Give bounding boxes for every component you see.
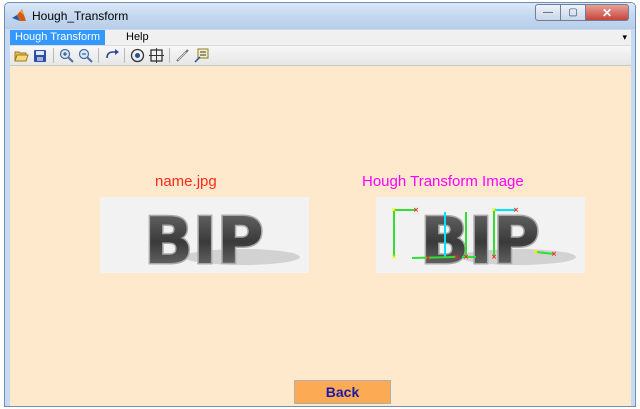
minimize-icon: —	[543, 7, 553, 18]
hough-transform-image: BIP × × × × × × × × × × ×	[376, 197, 585, 273]
zoom-out-icon[interactable]	[77, 48, 93, 64]
title-bar[interactable]: Hough_Transform — ▢ ✕	[5, 3, 635, 29]
save-icon[interactable]	[32, 48, 48, 64]
zoom-in-icon[interactable]	[58, 48, 74, 64]
app-window: Hough_Transform — ▢ ✕ Hough Transform He…	[4, 2, 636, 407]
brush-icon[interactable]	[174, 48, 190, 64]
svg-text:×: ×	[413, 206, 419, 214]
close-button[interactable]: ✕	[586, 4, 629, 21]
svg-text:×: ×	[513, 206, 519, 214]
svg-text:×: ×	[491, 206, 497, 214]
matlab-icon	[12, 9, 26, 21]
back-button[interactable]: Back	[294, 380, 391, 404]
insert-legend-icon[interactable]	[193, 48, 209, 64]
figure-canvas: name.jpg Hough Transform Image BIP BIP ×…	[10, 66, 631, 406]
close-icon: ✕	[601, 5, 613, 20]
menu-overflow-icon[interactable]: ▾	[622, 30, 627, 45]
original-image: BIP	[100, 197, 309, 273]
svg-text:×: ×	[425, 254, 431, 262]
svg-text:×: ×	[453, 253, 459, 261]
window-title: Hough_Transform	[32, 9, 129, 23]
menu-hough-transform[interactable]: Hough Transform	[10, 30, 105, 45]
hough-image-title: Hough Transform Image	[362, 173, 524, 190]
pan-icon[interactable]	[103, 48, 119, 64]
toolbar-separator	[53, 48, 54, 63]
hough-image-text: BIP	[420, 205, 540, 273]
figure-toolbar	[10, 46, 631, 66]
svg-text:×: ×	[463, 253, 469, 261]
menu-help[interactable]: Help	[121, 30, 154, 45]
svg-text:×: ×	[551, 250, 557, 258]
minimize-button[interactable]: —	[535, 4, 561, 21]
original-image-text: BIP	[144, 205, 264, 273]
toolbar-separator	[98, 48, 99, 63]
menu-bar: Hough Transform Help ▾	[10, 30, 631, 46]
window-controls: — ▢ ✕	[535, 4, 629, 22]
original-image-title: name.jpg	[155, 173, 217, 190]
maximize-button[interactable]: ▢	[561, 4, 586, 21]
toolbar-separator	[124, 48, 125, 63]
data-cursor-icon[interactable]	[148, 48, 164, 64]
rotate-3d-icon[interactable]	[129, 48, 145, 64]
svg-text:×: ×	[391, 206, 397, 214]
svg-text:×: ×	[491, 253, 497, 261]
toolbar-separator	[169, 48, 170, 63]
open-file-icon[interactable]	[13, 48, 29, 64]
maximize-icon: ▢	[568, 7, 578, 18]
svg-text:×: ×	[391, 253, 397, 261]
svg-text:×: ×	[533, 248, 539, 256]
